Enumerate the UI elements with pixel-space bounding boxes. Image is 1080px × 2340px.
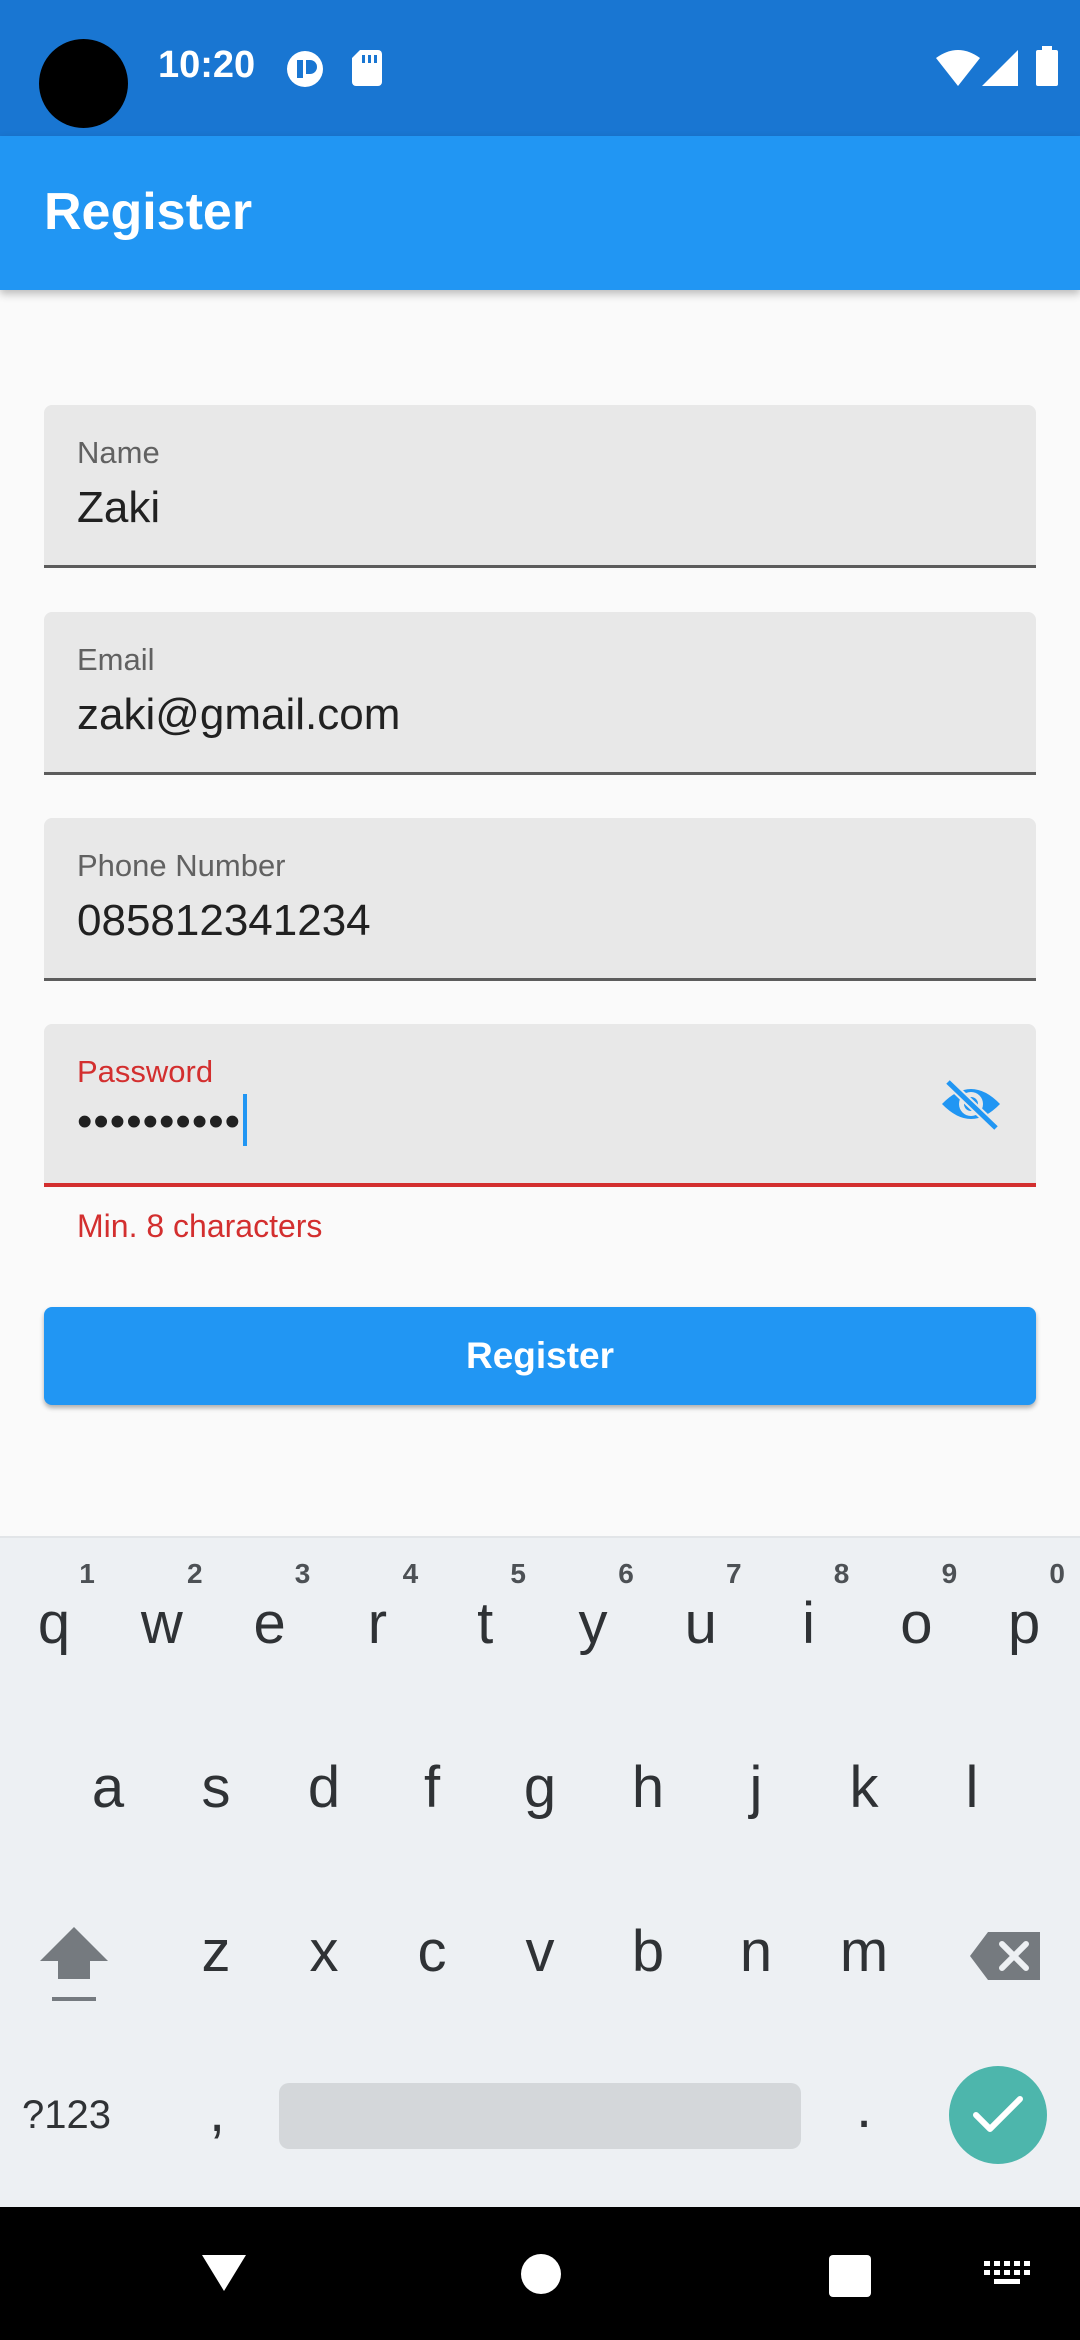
key-l[interactable]: l: [927, 1754, 1017, 1821]
comma-key[interactable]: ,: [172, 2078, 262, 2145]
key-a[interactable]: a: [63, 1754, 153, 1821]
page-title: Register: [44, 183, 253, 241]
register-screen: 10:20 Register Name Zaki Email zaki@gmai…: [0, 0, 1080, 2340]
key-d[interactable]: d: [279, 1754, 369, 1821]
key-t[interactable]: t: [440, 1590, 530, 1657]
key-z[interactable]: z: [171, 1918, 261, 1985]
key-hint-0: 0: [1049, 1558, 1065, 1589]
name-field-label: Name: [77, 435, 160, 470]
name-field-value: Zaki: [77, 483, 161, 532]
backspace-key-icon[interactable]: [970, 1930, 1042, 1982]
name-field[interactable]: Name Zaki: [44, 405, 1036, 568]
key-hint-1: 1: [79, 1558, 95, 1589]
soft-keyboard: q1w2e3r4t5y6u7i8o9p0 asdfghjkl zxcvbnm ?…: [0, 1536, 1080, 2207]
camera-cutout: [39, 39, 128, 128]
key-g[interactable]: g: [495, 1754, 585, 1821]
key-i[interactable]: i: [764, 1590, 854, 1657]
shift-key-icon[interactable]: [38, 1921, 110, 2011]
password-field-value: ••••••••••: [77, 1097, 242, 1146]
key-n[interactable]: n: [711, 1918, 801, 1985]
register-button[interactable]: Register: [44, 1307, 1036, 1405]
key-w[interactable]: w: [117, 1590, 207, 1657]
space-key[interactable]: [279, 2083, 801, 2149]
key-hint-7: 7: [726, 1558, 742, 1589]
battery-icon: [1036, 46, 1058, 86]
key-hint-5: 5: [510, 1558, 526, 1589]
key-hint-8: 8: [833, 1558, 850, 1589]
key-k[interactable]: k: [819, 1754, 909, 1821]
key-j[interactable]: j: [711, 1754, 801, 1821]
navigation-bar: [0, 2207, 1080, 2340]
sd-card-icon: [352, 50, 382, 86]
enter-key[interactable]: [949, 2066, 1047, 2164]
key-y[interactable]: y: [548, 1590, 638, 1657]
phone-field-label: Phone Number: [77, 848, 286, 883]
notification-app-icon: [287, 51, 323, 87]
key-c[interactable]: c: [387, 1918, 477, 1985]
key-b[interactable]: b: [603, 1918, 693, 1985]
password-error-text: Min. 8 characters: [77, 1208, 323, 1244]
symbols-key[interactable]: ?123: [22, 2093, 111, 2138]
key-u[interactable]: u: [656, 1590, 746, 1657]
email-field-label: Email: [77, 642, 155, 677]
recents-nav-icon[interactable]: [829, 2255, 871, 2297]
text-cursor: [243, 1094, 248, 1146]
phone-field-value: 085812341234: [77, 896, 371, 945]
key-s[interactable]: s: [171, 1754, 261, 1821]
check-icon: [973, 2096, 1023, 2132]
key-e[interactable]: e: [225, 1590, 315, 1657]
home-nav-icon[interactable]: [520, 2253, 562, 2295]
phone-field[interactable]: Phone Number 085812341234: [44, 818, 1036, 981]
key-p[interactable]: p: [979, 1590, 1069, 1657]
key-o[interactable]: o: [871, 1590, 961, 1657]
password-field-label: Password: [77, 1054, 214, 1089]
status-bar: 10:20: [0, 0, 1080, 136]
key-q[interactable]: q: [9, 1590, 99, 1657]
key-h[interactable]: h: [603, 1754, 693, 1821]
email-field[interactable]: Email zaki@gmail.com: [44, 612, 1036, 775]
back-nav-icon[interactable]: [200, 2253, 248, 2293]
key-v[interactable]: v: [495, 1918, 585, 1985]
cell-signal-icon: [982, 50, 1018, 86]
wifi-icon: [936, 50, 980, 86]
key-hint-2: 2: [187, 1558, 203, 1589]
app-bar: Register: [0, 136, 1080, 290]
key-hint-4: 4: [402, 1558, 419, 1589]
key-f[interactable]: f: [387, 1754, 477, 1821]
email-field-value: zaki@gmail.com: [77, 690, 401, 739]
key-r[interactable]: r: [332, 1590, 422, 1657]
keyboard-switch-icon[interactable]: [984, 2261, 1030, 2291]
visibility-off-icon[interactable]: [940, 1078, 1002, 1130]
password-field[interactable]: Password ••••••••••: [44, 1024, 1036, 1187]
key-m[interactable]: m: [819, 1918, 909, 1985]
key-hint-3: 3: [294, 1558, 311, 1589]
key-hint-9: 9: [941, 1558, 958, 1589]
password-field-value-wrap: ••••••••••: [77, 1094, 248, 1147]
key-hint-6: 6: [618, 1558, 634, 1589]
period-key[interactable]: .: [819, 2074, 909, 2141]
status-time: 10:20: [158, 44, 256, 86]
key-x[interactable]: x: [279, 1918, 369, 1985]
